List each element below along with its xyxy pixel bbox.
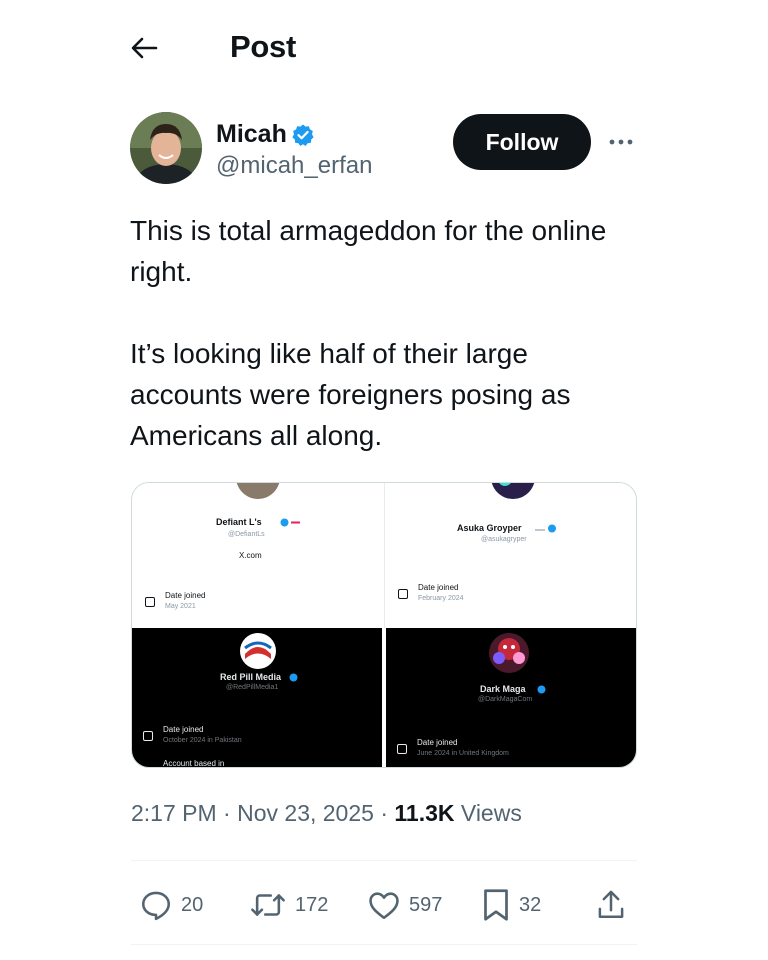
- verified-badge-icon: [537, 685, 546, 694]
- calendar-icon: [143, 731, 153, 741]
- post-header: Post: [130, 28, 640, 68]
- page-title: Post: [230, 29, 296, 64]
- handle[interactable]: @micah_erfan: [216, 152, 372, 180]
- media-panel-redpill: Red Pill Media @RedPillMedia1 Date joine…: [132, 628, 382, 768]
- meta-separator: ·: [380, 800, 388, 826]
- post-paragraph: It’s looking like half of their large ac…: [130, 338, 571, 451]
- meta-separator: ·: [223, 800, 231, 826]
- repost-arrows-icon: [251, 894, 285, 916]
- speech-bubble-icon: [141, 891, 171, 921]
- calendar-icon: [398, 589, 408, 599]
- calendar-icon: [397, 744, 407, 754]
- date-joined-label: Date joined: [417, 738, 458, 747]
- avatar[interactable]: [130, 112, 202, 184]
- media-panel-darkmaga: Dark Maga @DarkMagaCom Date joined June …: [386, 628, 636, 767]
- follow-button[interactable]: Follow: [453, 114, 591, 170]
- like-count: 597: [409, 893, 443, 916]
- post-meta: 2:17 PM · Nov 23, 2025 · 11.3K Views: [131, 800, 522, 827]
- verified-badge-icon: [280, 518, 300, 527]
- date-joined-value: October 2024 in Pakistan: [163, 737, 242, 744]
- share-upload-icon: [598, 890, 624, 919]
- verified-badge-icon: [289, 673, 298, 682]
- profile-name: Asuka Groyper: [457, 523, 522, 533]
- profile-handle: @DefiantLs: [228, 531, 265, 538]
- account-based-label: Account based in: [163, 759, 225, 768]
- post-date[interactable]: Nov 23, 2025: [237, 800, 374, 826]
- bookmark-button[interactable]: 32: [481, 882, 541, 928]
- repost-count: 172: [295, 893, 329, 916]
- divider: [131, 860, 637, 861]
- share-button[interactable]: [595, 882, 627, 928]
- name-row: Micah: [216, 120, 315, 149]
- profile-avatar: [236, 483, 280, 499]
- divider: [131, 944, 637, 945]
- like-button[interactable]: 597: [367, 882, 442, 928]
- post-time[interactable]: 2:17 PM: [131, 800, 217, 826]
- profile-avatar: [491, 483, 535, 499]
- date-joined-value: May 2021: [165, 603, 196, 610]
- calendar-icon: [145, 597, 155, 607]
- date-joined-label: Date joined: [418, 583, 459, 592]
- repost-button[interactable]: 172: [249, 882, 328, 928]
- date-joined-label: Date joined: [165, 591, 206, 600]
- profile-name: Dark Maga: [480, 684, 526, 694]
- heart-icon: [369, 892, 399, 920]
- date-joined-value: June 2024 in United Kingdom: [417, 750, 509, 757]
- bookmark-icon: [484, 889, 508, 921]
- profile-handle: @asukagryper: [481, 536, 527, 543]
- profile-avatar: [489, 633, 529, 673]
- post-author: Micah @micah_erfan Follow: [130, 112, 640, 186]
- date-joined-value: February 2024: [418, 595, 464, 602]
- post-media-image[interactable]: Defiant L's @DefiantLs X.com Date joined…: [131, 482, 637, 768]
- views-count: 11.3K: [394, 800, 455, 826]
- profile-link: X.com: [239, 551, 262, 560]
- arrow-left-icon: [131, 37, 158, 59]
- profile-handle: @DarkMagaCom: [478, 696, 533, 703]
- ellipsis-icon: [609, 139, 633, 145]
- display-name[interactable]: Micah: [216, 120, 287, 149]
- reply-button[interactable]: 20: [139, 882, 203, 928]
- avatar-image: [130, 112, 202, 184]
- reply-count: 20: [181, 893, 204, 916]
- verified-badge-icon: [292, 124, 314, 146]
- bookmark-count: 32: [519, 893, 542, 916]
- media-panel-asuka: Asuka Groyper @asukagryper Date joined F…: [384, 483, 636, 628]
- more-options-button[interactable]: [604, 128, 638, 156]
- profile-name: Red Pill Media: [220, 672, 282, 682]
- verified-badge-icon: [535, 524, 556, 533]
- post-body: This is total armageddon for the online …: [130, 210, 635, 456]
- profile-name: Defiant L's: [216, 517, 262, 527]
- date-joined-label: Date joined: [163, 725, 204, 734]
- views-label: Views: [460, 800, 522, 826]
- back-button[interactable]: [130, 28, 170, 68]
- post-paragraph: This is total armageddon for the online …: [130, 215, 607, 287]
- profile-handle: @RedPillMedia1: [226, 684, 279, 691]
- media-panel-defiant: Defiant L's @DefiantLs X.com Date joined…: [132, 483, 384, 628]
- profile-avatar: [240, 633, 276, 669]
- action-bar: 20 172 597 32: [131, 882, 637, 928]
